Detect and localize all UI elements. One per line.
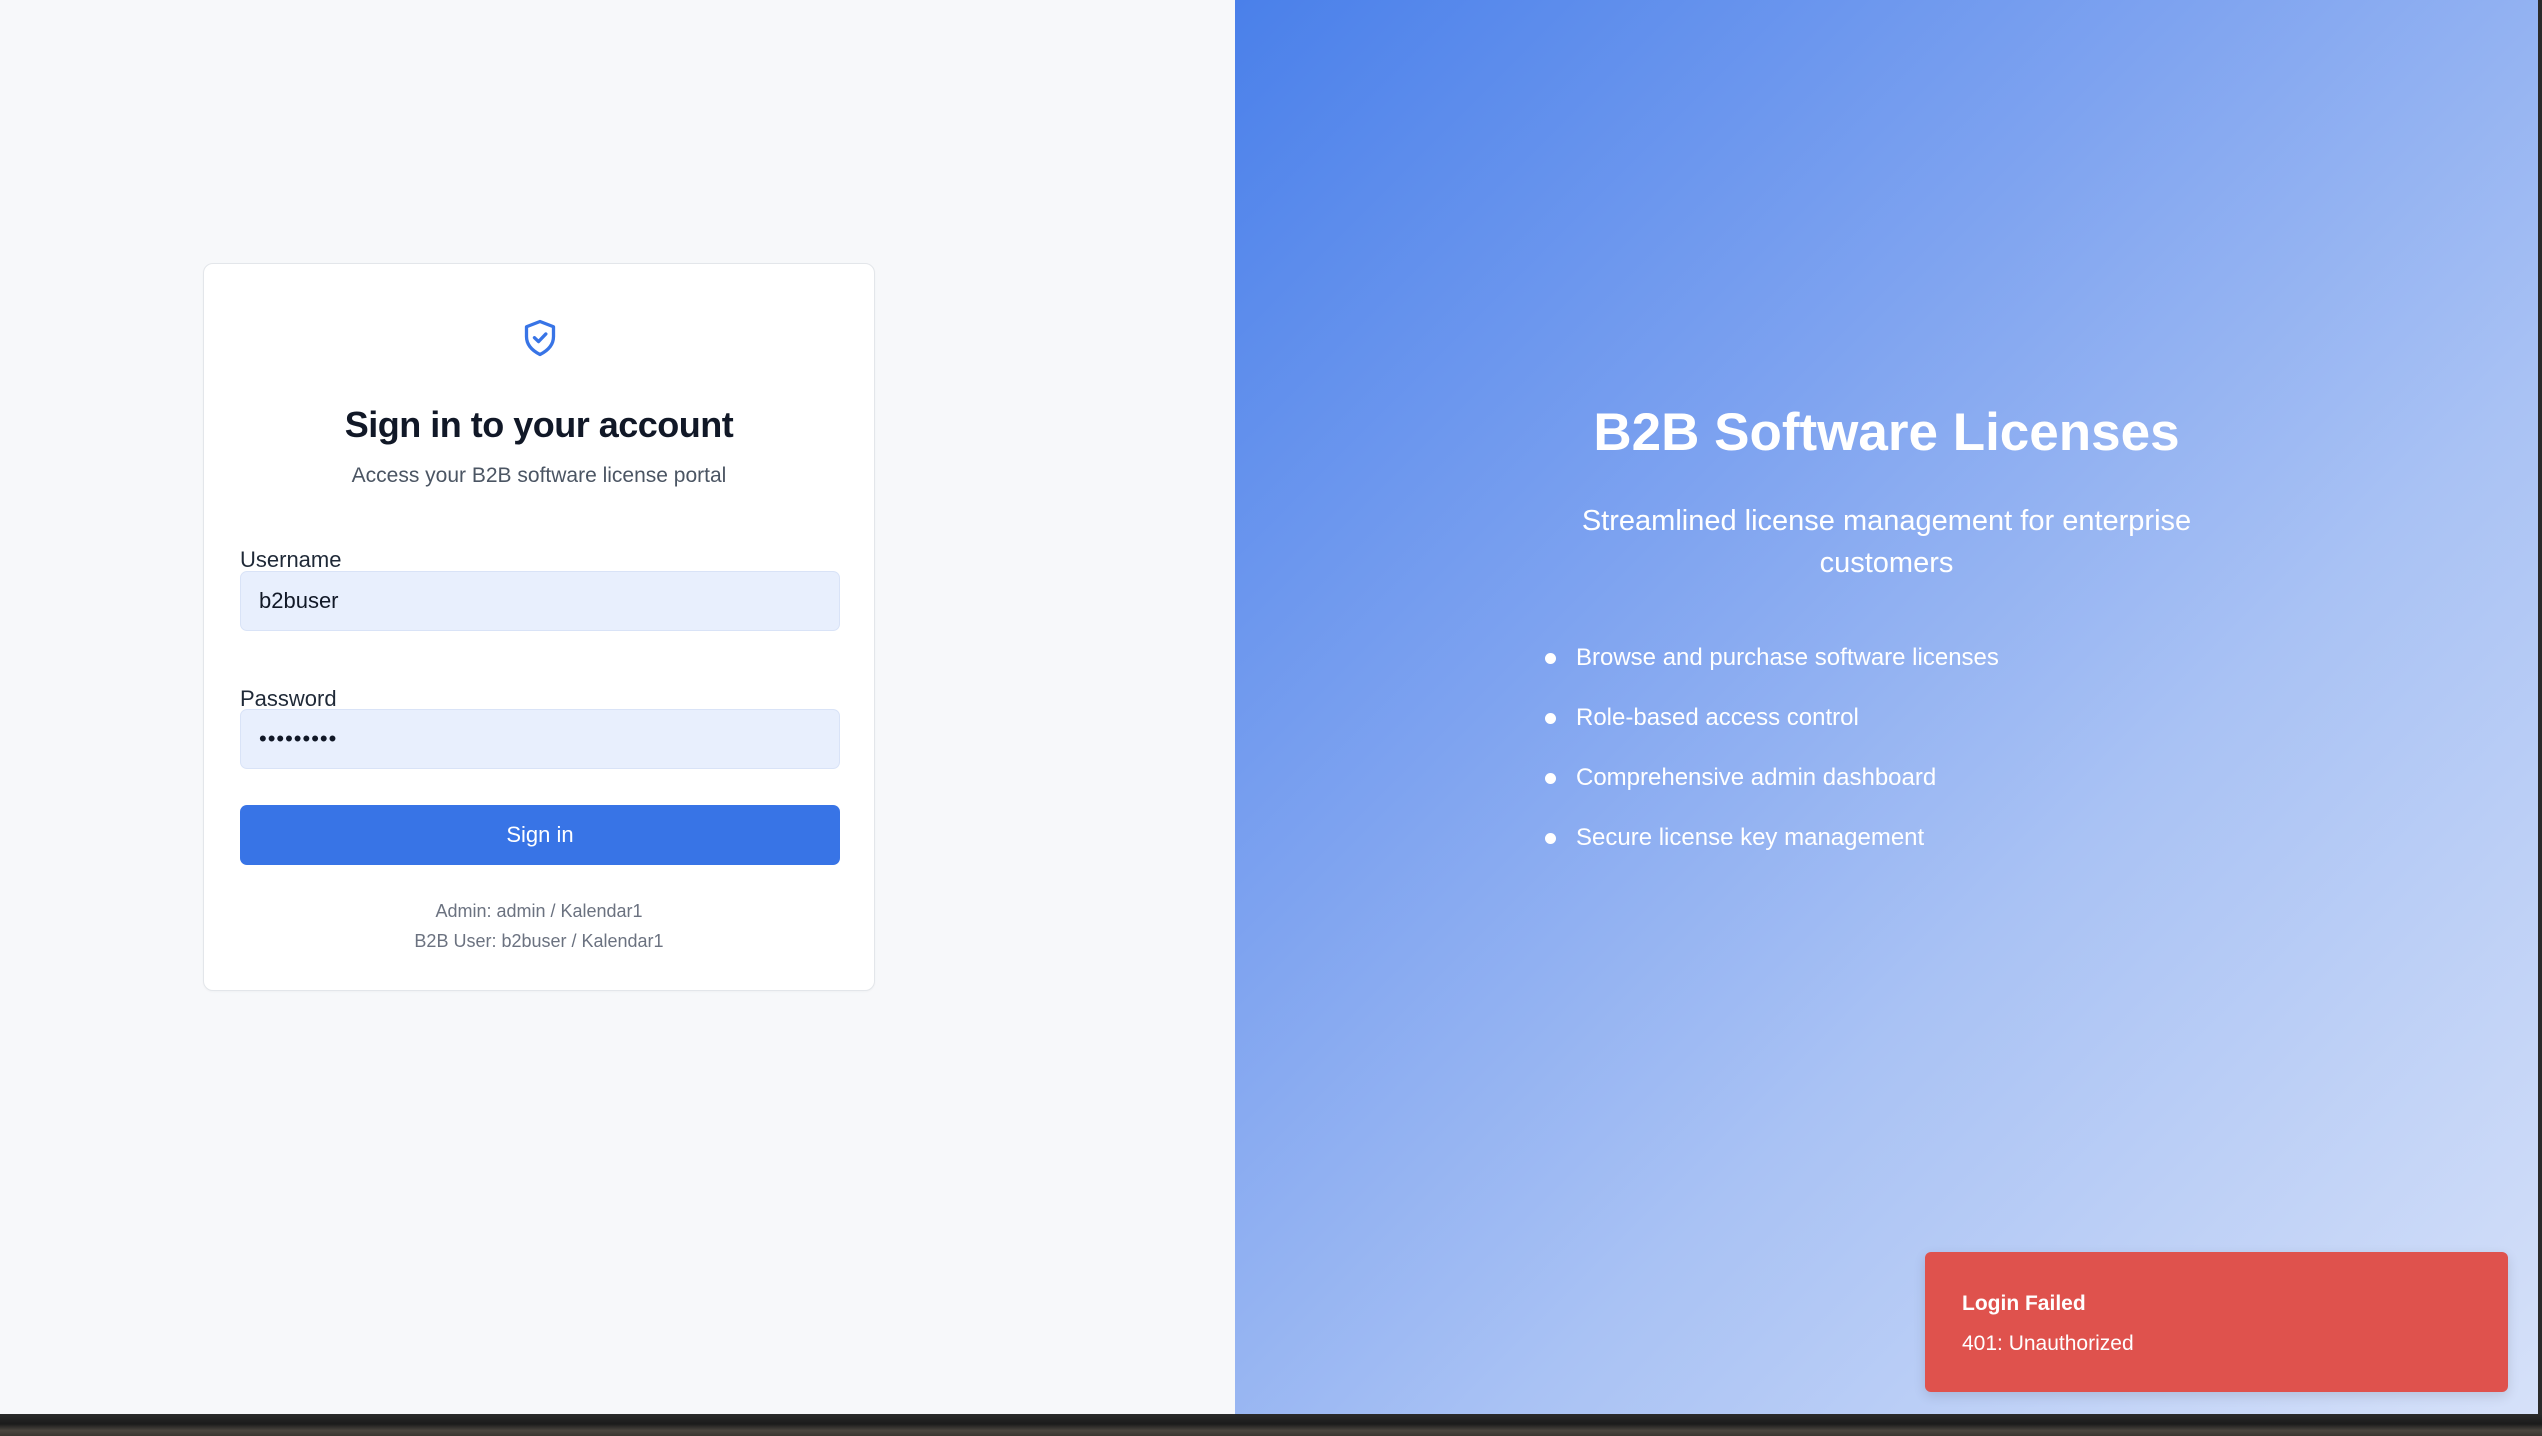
promo-title: B2B Software Licenses xyxy=(1593,403,2180,462)
password-input[interactable]: ••••••••• xyxy=(240,709,840,769)
feature-text: Secure license key management xyxy=(1576,824,1925,851)
feature-text: Comprehensive admin dashboard xyxy=(1576,764,1937,791)
username-input[interactable]: b2buser xyxy=(240,571,840,631)
login-screen: Sign in to your account Access your B2B … xyxy=(0,0,2542,1414)
promo-pane: B2B Software Licenses Streamlined licens… xyxy=(1235,0,2542,1414)
feature-text: Browse and purchase software licenses xyxy=(1576,644,1999,671)
login-pane: Sign in to your account Access your B2B … xyxy=(0,0,1235,1414)
login-card: Sign in to your account Access your B2B … xyxy=(203,263,875,991)
bottom-bezel xyxy=(0,1414,2542,1436)
bullet-icon xyxy=(1545,652,1556,664)
window-edge xyxy=(2538,0,2542,1414)
password-value: ••••••••• xyxy=(259,726,338,751)
promo-description: Streamlined license management for enter… xyxy=(1581,505,2192,579)
shield-check-icon xyxy=(524,319,556,357)
feature-item: Browse and purchase software licenses xyxy=(1545,628,1999,688)
username-label: Username xyxy=(240,547,342,572)
bullet-icon xyxy=(1545,712,1556,724)
admin-credentials-hint: Admin: admin / Kalendar1 xyxy=(435,901,643,921)
username-value: b2buser xyxy=(259,588,339,613)
page-subtitle: Access your B2B software license portal xyxy=(351,464,727,487)
page-title: Sign in to your account xyxy=(344,404,734,445)
feature-list: Browse and purchase software licenses Ro… xyxy=(1545,628,1999,868)
b2b-credentials-hint: B2B User: b2buser / Kalendar1 xyxy=(414,931,664,951)
sign-in-button[interactable]: Sign in xyxy=(240,805,840,865)
feature-item: Role-based access control xyxy=(1545,688,1999,748)
toast-title: Login Failed xyxy=(1962,1292,2086,1315)
toast-message: 401: Unauthorized xyxy=(1962,1332,2134,1355)
bullet-icon xyxy=(1545,832,1556,844)
error-toast[interactable]: Login Failed 401: Unauthorized xyxy=(1925,1252,2508,1392)
feature-text: Role-based access control xyxy=(1576,704,1859,731)
bullet-icon xyxy=(1545,772,1556,784)
feature-item: Comprehensive admin dashboard xyxy=(1545,748,1999,808)
feature-item: Secure license key management xyxy=(1545,808,1999,868)
